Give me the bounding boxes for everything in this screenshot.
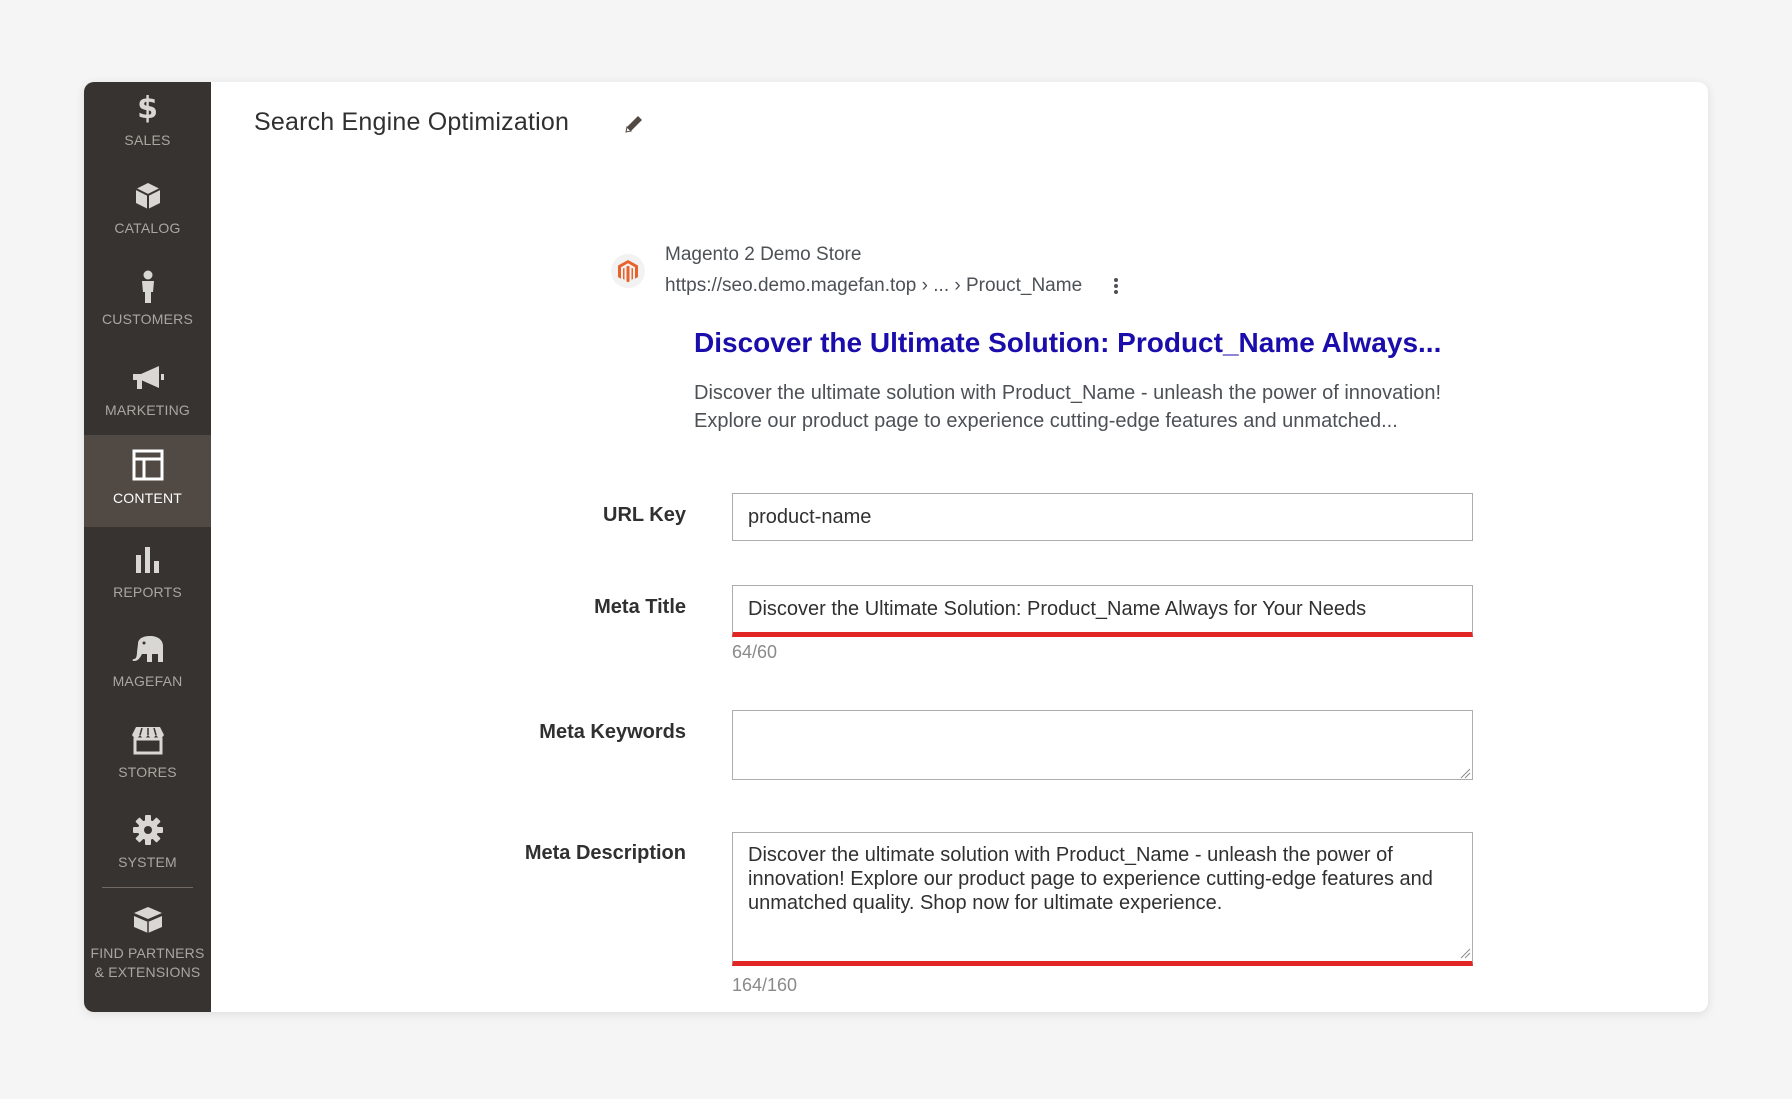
sidebar-item-sales[interactable]: $ SALES	[84, 82, 211, 172]
sidebar-item-content[interactable]: CONTENT	[84, 435, 211, 527]
sidebar-item-label: FIND PARTNERS & EXTENSIONS	[84, 944, 211, 982]
resize-grip-icon[interactable]	[1459, 766, 1471, 779]
preview-site-name: Magento 2 Demo Store	[665, 244, 862, 265]
sidebar-item-catalog[interactable]: CATALOG	[84, 170, 211, 260]
meta-keywords-label: Meta Keywords	[539, 721, 686, 743]
meta-title-input[interactable]	[732, 585, 1473, 637]
dollar-icon: $	[137, 90, 158, 126]
preview-url: https://seo.demo.magefan.top › ... › Pro…	[665, 275, 1083, 296]
sidebar-item-label: MARKETING	[104, 402, 191, 418]
meta-description-textarea[interactable]: Discover the ultimate solution with Prod…	[732, 832, 1473, 966]
elephant-icon	[84, 629, 211, 669]
magento-logo-icon	[611, 254, 645, 288]
sidebar-item-label: REPORTS	[113, 584, 182, 600]
preview-title[interactable]: Discover the Ultimate Solution: Product_…	[694, 327, 1441, 359]
storefront-icon	[84, 720, 211, 760]
layout-icon	[84, 445, 211, 485]
sidebar-item-partners[interactable]: FIND PARTNERS & EXTENSIONS	[84, 894, 211, 994]
sidebar-item-label: SALES	[124, 132, 171, 148]
bar-chart-icon	[84, 540, 211, 580]
sidebar-item-customers[interactable]: CUSTOMERS	[84, 261, 211, 351]
sidebar-item-label: CUSTOMERS	[102, 311, 193, 327]
preview-description-line2: Explore our product page to experience c…	[694, 410, 1398, 432]
meta-title-counter: 64/60	[732, 642, 778, 662]
sidebar-item-label: MAGEFAN	[112, 673, 183, 689]
sidebar-item-label: CATALOG	[114, 220, 181, 236]
sidebar-divider	[102, 887, 193, 888]
sidebar-item-stores[interactable]: STORES	[84, 714, 211, 804]
meta-title-label: Meta Title	[594, 596, 686, 618]
kebab-icon[interactable]	[1110, 275, 1122, 297]
meta-description-counter: 164/160	[732, 975, 798, 995]
sidebar-item-marketing[interactable]: MARKETING	[84, 352, 211, 442]
person-icon	[84, 267, 211, 307]
main-content: Search Engine Optimization Magento 2 Dem…	[211, 82, 1708, 1012]
box-icon	[84, 176, 211, 216]
sidebar-item-label: CONTENT	[112, 490, 183, 506]
admin-card: $ SALES CATALOG CUSTOMERS MARKETING CONT…	[84, 82, 1708, 1012]
url-key-label: URL Key	[603, 504, 686, 526]
sidebar-item-magefan[interactable]: MAGEFAN	[84, 623, 211, 713]
sidebar-item-system[interactable]: SYSTEM	[84, 804, 211, 894]
gear-icon	[84, 810, 211, 850]
megaphone-icon	[84, 358, 211, 398]
sidebar-item-reports[interactable]: REPORTS	[84, 534, 211, 624]
partners-label-line1: FIND PARTNERS	[90, 945, 205, 961]
preview-description-line1: Discover the ultimate solution with Prod…	[694, 382, 1442, 404]
sidebar-item-label: SYSTEM	[118, 854, 177, 870]
partners-label-line2: & EXTENSIONS	[94, 964, 201, 980]
pencil-icon[interactable]	[623, 113, 645, 135]
resize-grip-icon[interactable]	[1459, 946, 1471, 959]
meta-keywords-textarea[interactable]	[732, 710, 1473, 780]
admin-sidebar: $ SALES CATALOG CUSTOMERS MARKETING CONT…	[84, 82, 211, 1012]
sidebar-item-label: STORES	[118, 764, 177, 780]
url-key-input[interactable]	[732, 493, 1473, 541]
section-title: Search Engine Optimization	[254, 108, 570, 136]
preview-description: Discover the ultimate solution with Prod…	[694, 379, 1524, 435]
blocks-icon	[84, 900, 211, 940]
meta-description-label: Meta Description	[524, 842, 686, 864]
